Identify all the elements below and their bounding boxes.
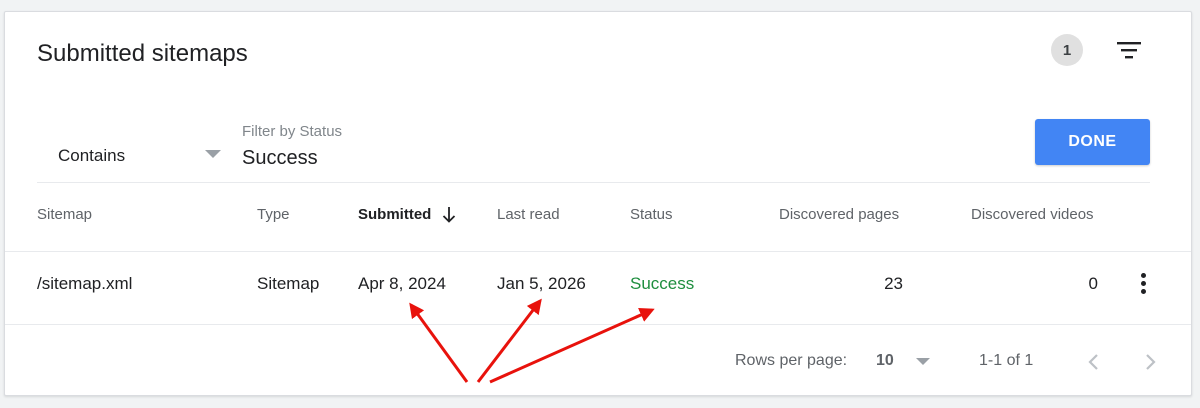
- cell-type: Sitemap: [257, 274, 320, 293]
- filter-list-icon[interactable]: [1115, 38, 1143, 62]
- more-vert-icon[interactable]: [1133, 270, 1155, 298]
- column-header-last-read[interactable]: Last read: [497, 206, 560, 223]
- filter-operator-dropdown[interactable]: Contains: [37, 136, 227, 174]
- header-divider: [5, 251, 1191, 252]
- pagination-range: 1-1 of 1: [979, 352, 1034, 369]
- column-header-discovered-videos[interactable]: Discovered videos: [971, 206, 1094, 223]
- column-header-discovered-pages[interactable]: Discovered pages: [779, 206, 899, 223]
- dropdown-caret-icon: [916, 358, 930, 365]
- filter-operator-value: Contains: [58, 146, 126, 165]
- sitemaps-card: Submitted sitemaps 1 Contains Filter by …: [4, 11, 1192, 396]
- filter-status-input[interactable]: [242, 145, 802, 171]
- column-header-type[interactable]: Type: [257, 206, 290, 223]
- row-divider: [5, 324, 1191, 325]
- rows-per-page-label: Rows per page:: [735, 352, 848, 369]
- cell-submitted: Apr 8, 2024: [358, 274, 446, 293]
- cell-discovered-videos: 0: [1088, 274, 1098, 293]
- cell-discovered-pages: 23: [884, 274, 903, 293]
- card-title: Submitted sitemaps: [37, 40, 248, 67]
- chevron-left-icon[interactable]: [1080, 348, 1108, 376]
- filter-count-badge[interactable]: 1: [1051, 34, 1083, 66]
- column-header-submitted[interactable]: Submitted: [358, 206, 431, 223]
- cell-last-read: Jan 5, 2026: [497, 274, 586, 293]
- rows-per-page-dropdown[interactable]: 10: [873, 346, 937, 376]
- cell-sitemap[interactable]: /sitemap.xml: [37, 274, 132, 294]
- dropdown-caret-icon: [205, 150, 221, 158]
- chevron-right-icon[interactable]: [1136, 348, 1164, 376]
- filter-divider: [37, 182, 1150, 183]
- column-header-sitemap[interactable]: Sitemap: [37, 206, 92, 223]
- done-button[interactable]: DONE: [1035, 119, 1150, 165]
- filter-field-label: Filter by Status: [242, 123, 343, 140]
- sort-descending-icon[interactable]: [442, 206, 456, 224]
- cell-status: Success: [630, 274, 695, 293]
- column-header-status[interactable]: Status: [630, 206, 673, 223]
- rows-per-page-value: 10: [876, 352, 894, 369]
